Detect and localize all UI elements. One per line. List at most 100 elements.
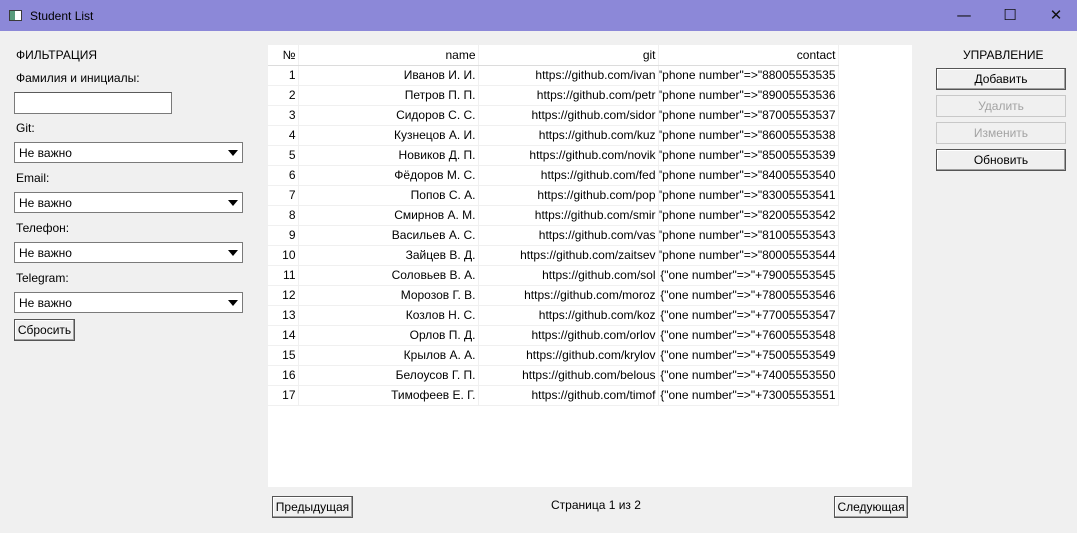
table-row[interactable]: 12 Морозов Г. В. https://github.com/moroz o…: [268, 285, 839, 306]
cell-contact: phone number"=>"85005553539"}: [658, 145, 839, 166]
cell-contact: phone number"=>"80005553544"}: [658, 245, 839, 266]
previous-page-button[interactable]: Предыдущая: [272, 496, 353, 518]
table-row[interactable]: 16 Белоусов Г. П. https://github.com/belou…: [268, 365, 839, 386]
close-button[interactable]: ✕: [1033, 0, 1077, 31]
cell-name: Крылов А. А.: [298, 345, 479, 366]
column-header-number[interactable]: №: [268, 45, 299, 66]
cell-contact: one number"=>"+73005553551"}: [658, 385, 839, 406]
cell-git: https://github.com/koz: [478, 305, 659, 326]
table-row[interactable]: 13 Козлов Н. С. https://github.com/koz one …: [268, 305, 839, 326]
email-filter-label: Email:: [16, 171, 50, 185]
cell-git: https://github.com/vas: [478, 225, 659, 246]
page-indicator: Страница 1 из 2: [551, 498, 641, 512]
minimize-button[interactable]: —: [941, 0, 987, 31]
cell-git: https://github.com/petr: [478, 85, 659, 106]
cell-contact: phone number"=>"81005553543"}: [658, 225, 839, 246]
cell-name: Кузнецов А. И.: [298, 125, 479, 146]
cell-number: 5: [268, 145, 299, 166]
chevron-down-icon[interactable]: [226, 245, 240, 260]
table-row[interactable]: 1 Иванов И. И. https://github.com/ivan phon…: [268, 65, 839, 86]
cell-contact: phone number"=>"84005553540"}: [658, 165, 839, 186]
table-row[interactable]: 17 Тимофеев Е. Г. https://github.com/timof…: [268, 385, 839, 406]
window-title: Student List: [30, 9, 94, 23]
cell-contact: phone number"=>"87005553537"}: [658, 105, 839, 126]
reset-filters-button[interactable]: Сбросить: [14, 319, 75, 341]
git-filter-value: Не важно: [19, 146, 72, 160]
cell-number: 10: [268, 245, 299, 266]
cell-git: https://github.com/krylov: [478, 345, 659, 366]
table-row[interactable]: 6 Фёдоров М. С. https://github.com/fed phon…: [268, 165, 839, 186]
cell-name: Смирнов А. М.: [298, 205, 479, 226]
controls-section-title: УПРАВЛЕНИЕ: [963, 48, 1044, 62]
table-row[interactable]: 4 Кузнецов А. И. https://github.com/kuz pho…: [268, 125, 839, 146]
table-row[interactable]: 8 Смирнов А. М. https://github.com/smir pho…: [268, 205, 839, 226]
title-bar[interactable]: Student List — ☐ ✕: [0, 0, 1077, 31]
table-row[interactable]: 2 Петров П. П. https://github.com/petr phon…: [268, 85, 839, 106]
telegram-filter-combobox[interactable]: Не важно: [14, 292, 243, 313]
name-filter-input[interactable]: [14, 92, 172, 114]
phone-filter-label: Телефон:: [16, 221, 70, 235]
table-row[interactable]: 11 Соловьев В. А. https://github.com/sol on…: [268, 265, 839, 286]
maximize-button[interactable]: ☐: [987, 0, 1033, 31]
cell-number: 6: [268, 165, 299, 186]
email-filter-value: Не важно: [19, 196, 72, 210]
phone-filter-value: Не важно: [19, 246, 72, 260]
cell-git: https://github.com/smir: [478, 205, 659, 226]
name-filter-label: Фамилия и инициалы:: [16, 71, 140, 85]
chevron-down-icon[interactable]: [226, 145, 240, 160]
cell-git: https://github.com/ivan: [478, 65, 659, 86]
table-row[interactable]: 5 Новиков Д. П. https://github.com/novik ph…: [268, 145, 839, 166]
chevron-down-icon[interactable]: [226, 195, 240, 210]
cell-name: Тимофеев Е. Г.: [298, 385, 479, 406]
chevron-down-icon[interactable]: [226, 295, 240, 310]
table-row[interactable]: 3 Сидоров С. С. https://github.com/sidor ph…: [268, 105, 839, 126]
cell-contact: one number"=>"+78005553546"}: [658, 285, 839, 306]
table-row[interactable]: 7 Попов С. А. https://github.com/pop phone …: [268, 185, 839, 206]
cell-number: 17: [268, 385, 299, 406]
git-filter-combobox[interactable]: Не важно: [14, 142, 243, 163]
cell-contact: one number"=>"+74005553550"}: [658, 365, 839, 386]
cell-number: 3: [268, 105, 299, 126]
table-header-row: № name git contact: [268, 45, 839, 66]
cell-contact: one number"=>"+79005553545"}: [658, 265, 839, 286]
app-window-icon: [9, 10, 22, 21]
email-filter-combobox[interactable]: Не важно: [14, 192, 243, 213]
cell-name: Сидоров С. С.: [298, 105, 479, 126]
cell-number: 8: [268, 205, 299, 226]
cell-contact: phone number"=>"88005553535"}: [658, 65, 839, 86]
cell-git: https://github.com/fed: [478, 165, 659, 186]
column-header-contact[interactable]: contact: [658, 45, 839, 66]
cell-git: https://github.com/sol: [478, 265, 659, 286]
edit-student-button[interactable]: Изменить: [936, 122, 1066, 144]
column-header-name[interactable]: name: [298, 45, 479, 66]
cell-contact: one number"=>"+76005553548"}: [658, 325, 839, 346]
refresh-button[interactable]: Обновить: [936, 149, 1066, 171]
next-page-button[interactable]: Следующая: [834, 496, 908, 518]
cell-name: Петров П. П.: [298, 85, 479, 106]
cell-git: https://github.com/moroz: [478, 285, 659, 306]
cell-name: Морозов Г. В.: [298, 285, 479, 306]
telegram-filter-label: Telegram:: [16, 271, 69, 285]
cell-contact: phone number"=>"82005553542"}: [658, 205, 839, 226]
cell-name: Соловьев В. А.: [298, 265, 479, 286]
student-table[interactable]: № name git contact 1 Иванов И. И. https://…: [268, 45, 912, 487]
column-header-git[interactable]: git: [478, 45, 659, 66]
cell-name: Козлов Н. С.: [298, 305, 479, 326]
cell-contact: phone number"=>"89005553536"}: [658, 85, 839, 106]
cell-git: https://github.com/kuz: [478, 125, 659, 146]
table-row[interactable]: 9 Васильев А. С. https://github.com/vas pho…: [268, 225, 839, 246]
phone-filter-combobox[interactable]: Не важно: [14, 242, 243, 263]
add-student-button[interactable]: Добавить: [936, 68, 1066, 90]
delete-student-button[interactable]: Удалить: [936, 95, 1066, 117]
table-row[interactable]: 14 Орлов П. Д. https://github.com/orlov one…: [268, 325, 839, 346]
cell-number: 11: [268, 265, 299, 286]
cell-name: Новиков Д. П.: [298, 145, 479, 166]
cell-name: Белоусов Г. П.: [298, 365, 479, 386]
cell-name: Фёдоров М. С.: [298, 165, 479, 186]
git-filter-label: Git:: [16, 121, 35, 135]
table-row[interactable]: 10 Зайцев В. Д. https://github.com/zaitsev…: [268, 245, 839, 266]
cell-git: https://github.com/belous: [478, 365, 659, 386]
table-row[interactable]: 15 Крылов А. А. https://github.com/krylov o…: [268, 345, 839, 366]
cell-name: Васильев А. С.: [298, 225, 479, 246]
cell-git: https://github.com/orlov: [478, 325, 659, 346]
